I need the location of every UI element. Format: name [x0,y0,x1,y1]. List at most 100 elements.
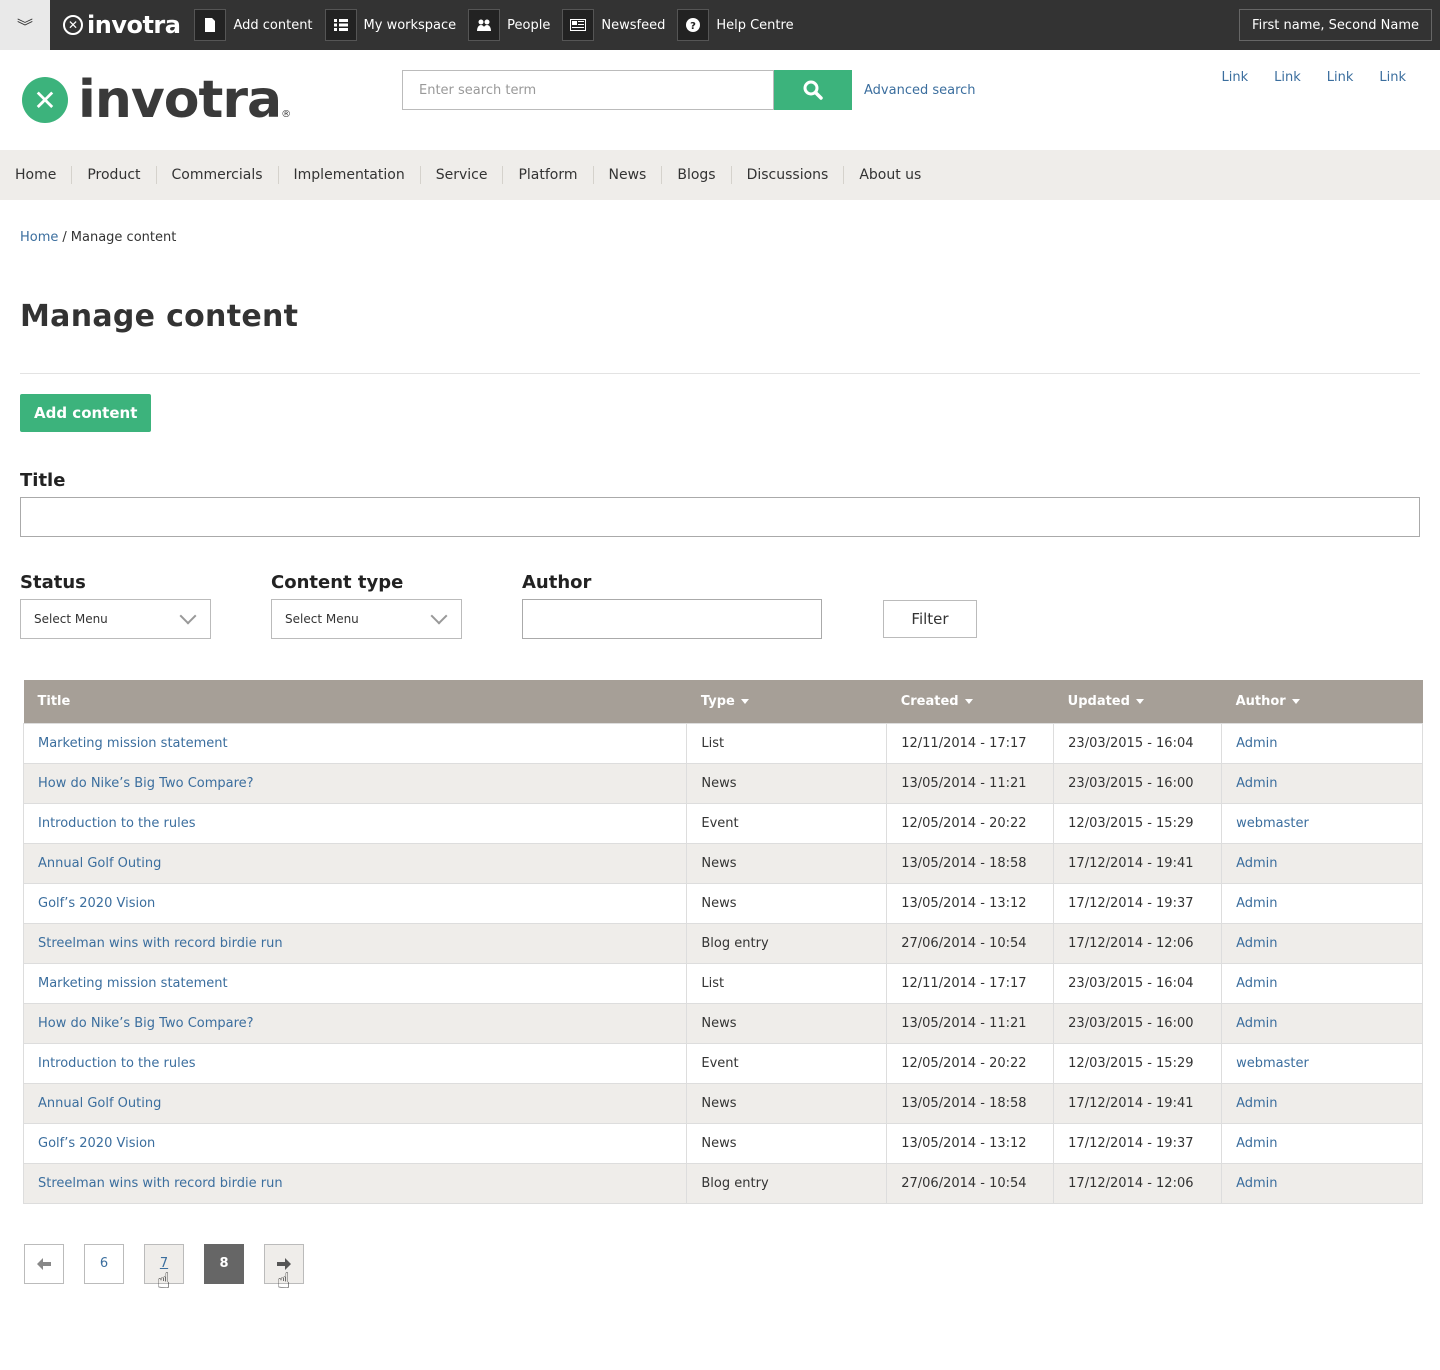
row-title-link[interactable]: Marketing mission statement [22,722,688,764]
row-type: Event [686,1042,888,1084]
breadcrumb-home-link[interactable]: Home [20,230,58,245]
toolbar-logo[interactable]: ✕ invotra [63,11,181,39]
row-author-link[interactable]: webmaster [1221,1042,1423,1084]
column-header-author[interactable]: Author [1221,680,1423,723]
row-author-link[interactable]: Admin [1221,882,1423,924]
column-header-title[interactable]: Title [23,680,687,723]
filter-button[interactable]: Filter [883,600,977,638]
row-updated: 17/12/2014 - 19:37 [1053,882,1223,924]
row-created: 13/05/2014 - 11:21 [886,762,1055,804]
nav-item-discussions[interactable]: Discussions [730,166,844,184]
row-created: 13/05/2014 - 13:12 [886,1122,1055,1164]
row-author-link[interactable]: Admin [1221,1082,1423,1124]
newspaper-icon [562,9,595,41]
header-link[interactable]: Link [1379,70,1406,85]
invotra-mark-icon: ✕ [22,77,68,123]
hand-cursor-icon: ☝ [157,1268,171,1294]
toolbar-newsfeed[interactable]: Newsfeed [562,0,665,50]
header-link[interactable]: Link [1274,70,1301,85]
status-select[interactable]: Select Menu [20,599,211,639]
table-row: Introduction to the rules Event 12/05/2014… [22,1042,1423,1084]
row-author-link[interactable]: Admin [1221,922,1423,964]
row-author-link[interactable]: webmaster [1221,802,1423,844]
previous-page-button[interactable] [24,1243,64,1284]
column-header-updated[interactable]: Updated [1053,680,1222,723]
row-created: 13/05/2014 - 18:58 [886,842,1055,884]
row-author-link[interactable]: Admin [1221,962,1423,1004]
row-title-link[interactable]: Streelman wins with record birdie run [22,1162,688,1204]
row-updated: 17/12/2014 - 12:06 [1053,922,1223,964]
nav-item-home[interactable]: Home [15,166,71,184]
list-icon [324,9,357,41]
title-filter-label: Title [20,470,66,491]
column-header-label: Type [700,693,735,709]
row-author-link[interactable]: Admin [1221,1002,1423,1044]
row-title-link[interactable]: Annual Golf Outing [22,1082,688,1124]
row-title-link[interactable]: How do Nike’s Big Two Compare? [22,1002,688,1044]
breadcrumb-current: Manage content [70,230,177,245]
search-button[interactable] [774,70,852,110]
search-input[interactable] [402,70,774,110]
toolbar-people[interactable]: People [468,0,550,50]
row-author-link[interactable]: Admin [1221,1162,1423,1204]
row-author-link[interactable]: Admin [1221,762,1423,804]
row-updated: 23/03/2015 - 16:04 [1053,722,1223,764]
header-link[interactable]: Link [1327,70,1354,85]
nav-item-about-us[interactable]: About us [843,166,936,184]
column-header-created[interactable]: Created [886,680,1054,723]
header-links: Link Link Link Link [1222,70,1407,85]
row-author-link[interactable]: Admin [1221,722,1423,764]
row-title-link[interactable]: Marketing mission statement [22,962,688,1004]
nav-item-service[interactable]: Service [419,166,503,184]
row-type: Blog entry [686,1162,888,1204]
arrow-left-icon [37,1257,51,1270]
row-type: News [686,1122,888,1164]
nav-item-platform[interactable]: Platform [502,166,592,184]
column-header-label: Title [37,693,71,709]
breadcrumb: Home / Manage content [20,230,1420,246]
nav-item-news[interactable]: News [592,166,662,184]
row-updated: 23/03/2015 - 16:00 [1053,1002,1223,1044]
row-title-link[interactable]: Golf’s 2020 Vision [22,1122,688,1164]
row-title-link[interactable]: Streelman wins with record birdie run [22,922,688,964]
nav-item-commercials[interactable]: Commercials [155,166,278,184]
toolbar-add-content[interactable]: Add content [194,0,313,50]
toolbar-my-workspace[interactable]: My workspace [324,0,456,50]
row-created: 13/05/2014 - 13:12 [886,882,1055,924]
add-content-button[interactable]: Add content [20,394,152,432]
advanced-search-link[interactable]: Advanced search [864,83,976,98]
title-filter-input[interactable] [20,497,1420,537]
page-link-7[interactable]: 7 ☝ [144,1243,184,1294]
row-title-link[interactable]: How do Nike’s Big Two Compare? [22,762,688,804]
row-created: 12/11/2014 - 17:17 [886,962,1055,1004]
column-header-type[interactable]: Type [686,680,887,723]
site-logo[interactable]: ✕ invotra ® [22,74,291,126]
toolbar-toggle-button[interactable]: ︾ [0,0,50,50]
search-form: Advanced search [402,70,976,110]
toolbar-help-centre[interactable]: ? Help Centre [677,0,794,50]
next-page-button[interactable]: ☝ [264,1243,304,1294]
row-title-link[interactable]: Golf’s 2020 Vision [22,882,688,924]
table-row: Streelman wins with record birdie run Blo… [22,1162,1423,1204]
table-header-row: Title Type Created Updated Author [23,680,1423,723]
row-author-link[interactable]: Admin [1221,1122,1423,1164]
breadcrumb-separator: / [62,230,67,245]
user-menu-button[interactable]: First name, Second Name [1239,9,1432,41]
nav-item-blogs[interactable]: Blogs [661,166,730,184]
row-title-link[interactable]: Annual Golf Outing [22,842,688,884]
content-type-select[interactable]: Select Menu [271,599,462,639]
nav-item-product[interactable]: Product [71,166,155,184]
header-link[interactable]: Link [1222,70,1249,85]
status-filter: Status Select Menu [20,572,271,639]
row-type: News [686,882,888,924]
invotra-mark-icon: ✕ [63,15,83,35]
chevron-down-icon [430,607,448,625]
row-title-link[interactable]: Introduction to the rules [22,802,688,844]
page-link-6[interactable]: 6 [84,1243,124,1284]
sort-down-icon [740,698,749,704]
nav-item-implementation[interactable]: Implementation [277,166,420,184]
row-title-link[interactable]: Introduction to the rules [22,1042,688,1084]
row-author-link[interactable]: Admin [1221,842,1423,884]
row-created: 27/06/2014 - 10:54 [886,1162,1055,1204]
author-filter-input[interactable] [522,599,822,639]
